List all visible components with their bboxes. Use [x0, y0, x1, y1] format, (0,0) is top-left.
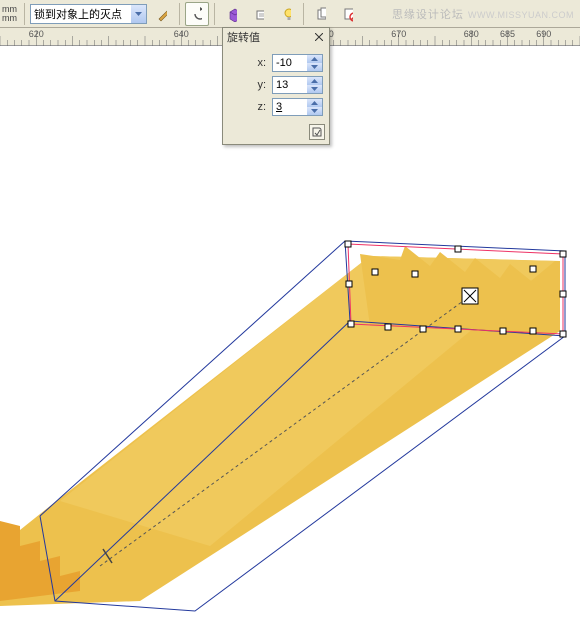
rotate-icon: [192, 6, 202, 22]
panel-footer: [223, 122, 329, 144]
svg-text:670: 670: [391, 29, 406, 39]
extrude-lighting-button[interactable]: [274, 2, 298, 26]
spin-y[interactable]: [272, 76, 323, 94]
bevel-icon: [254, 6, 264, 22]
extrude-bevel-button[interactable]: [247, 2, 271, 26]
separator: [214, 3, 215, 25]
clear-icon: [343, 6, 353, 22]
spin-x[interactable]: [272, 54, 323, 72]
svg-text:680: 680: [464, 29, 479, 39]
copy-icon: [316, 6, 326, 22]
watermark: 思缘设计论坛 WWW.MISSYUAN.COM: [392, 6, 574, 22]
units-label: mm mm: [2, 5, 17, 23]
separator: [303, 3, 304, 25]
clear-extrude-button[interactable]: [336, 2, 360, 26]
row-y: y:: [229, 76, 323, 94]
close-icon[interactable]: [313, 31, 325, 43]
vanishing-point-dropdown[interactable]: [30, 4, 147, 24]
label-y: y:: [252, 79, 266, 91]
spin-y-up[interactable]: [307, 77, 322, 85]
label-x: x:: [252, 57, 266, 69]
chevron-down-icon[interactable]: [131, 5, 146, 23]
panel-titlebar[interactable]: 旋转值: [223, 28, 329, 46]
svg-text:620: 620: [29, 29, 44, 39]
label-z: z:: [252, 101, 266, 113]
input-x[interactable]: [273, 55, 307, 71]
pencil-icon: [157, 6, 167, 22]
spin-z-up[interactable]: [307, 99, 322, 107]
rotation-values-panel[interactable]: 旋转值 x: y:: [222, 27, 330, 145]
apply-icon[interactable]: [309, 124, 325, 140]
spin-x-up[interactable]: [307, 55, 322, 63]
spin-z[interactable]: [272, 98, 323, 116]
lightbulb-icon: [281, 6, 291, 22]
panel-body: x: y: z:: [223, 46, 329, 122]
rotate-values-button[interactable]: [185, 2, 209, 26]
copy-extrude-button[interactable]: [309, 2, 333, 26]
row-z: z:: [229, 98, 323, 116]
input-y[interactable]: [273, 77, 307, 93]
input-z[interactable]: [273, 99, 307, 115]
extrude-color-button[interactable]: [220, 2, 244, 26]
cube-icon: [227, 6, 237, 22]
spin-x-down[interactable]: [307, 63, 322, 71]
row-x: x:: [229, 54, 323, 72]
panel-title-text: 旋转值: [227, 29, 260, 45]
spin-z-down[interactable]: [307, 107, 322, 115]
vanishing-point-marker[interactable]: [462, 288, 478, 304]
separator: [24, 3, 25, 25]
spin-y-down[interactable]: [307, 85, 322, 93]
svg-text:690: 690: [536, 29, 551, 39]
edit-vp-button[interactable]: [150, 2, 174, 26]
separator: [179, 3, 180, 25]
vanishing-point-value[interactable]: [31, 6, 131, 22]
svg-text:685: 685: [500, 29, 515, 39]
svg-text:640: 640: [174, 29, 189, 39]
